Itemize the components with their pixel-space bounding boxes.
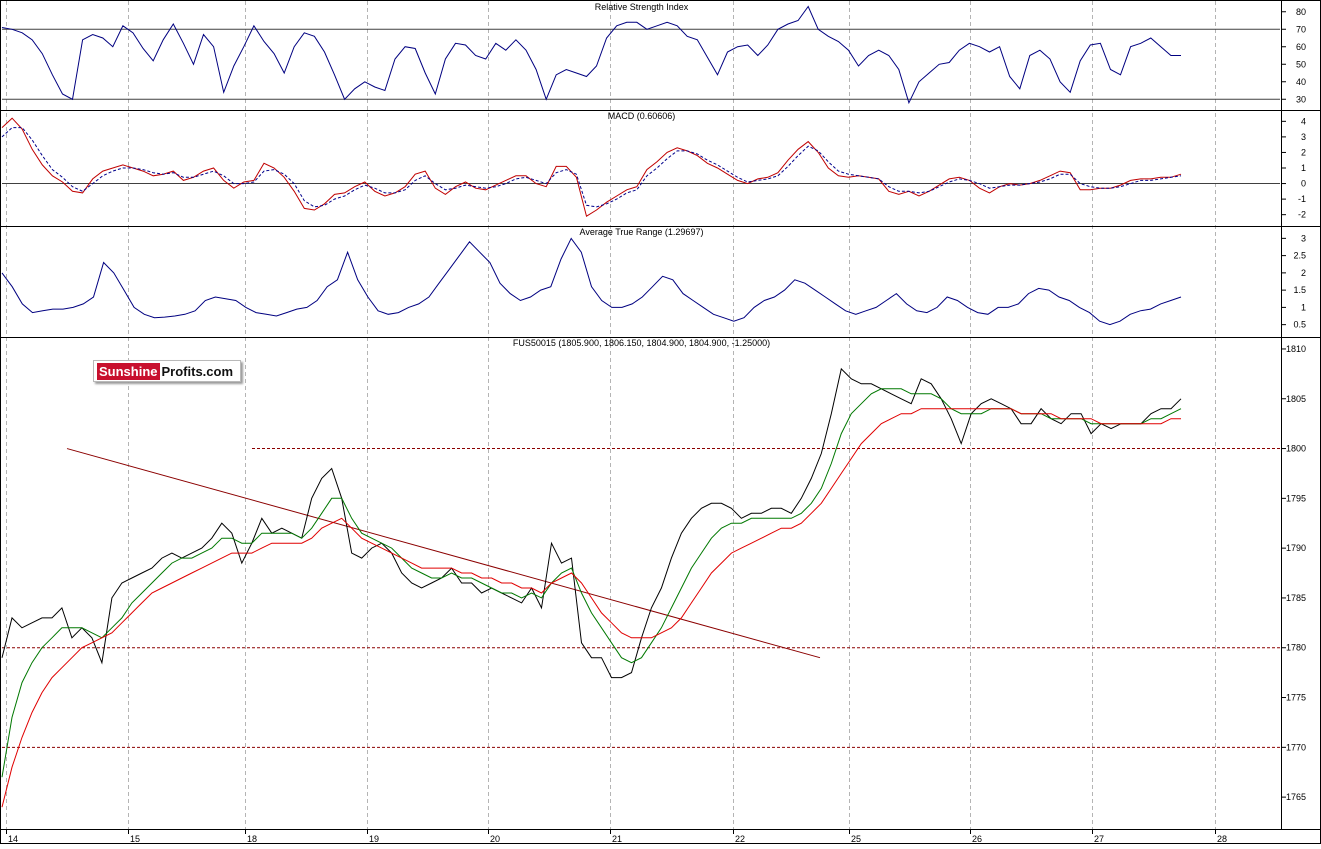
y-tick-label-3: 3	[1301, 233, 1306, 243]
panel-title: Average True Range (1.29697)	[580, 227, 704, 237]
x-tick-label-27: 27	[1094, 834, 1104, 844]
y-tick-label-2: 2	[1301, 147, 1306, 157]
panel-title: Relative Strength Index	[595, 2, 689, 12]
y-tick-label-60: 60	[1296, 42, 1306, 52]
y-tick-label-1: 1	[1301, 163, 1306, 173]
y-tick-label-1780: 1780	[1286, 643, 1306, 653]
y-tick-label-1810: 1810	[1286, 344, 1306, 354]
x-tick-label-15: 15	[130, 834, 140, 844]
y-tick-label-0.5: 0.5	[1293, 320, 1306, 330]
y-tick-label-70: 70	[1296, 24, 1306, 34]
y-tick-label-1790: 1790	[1286, 543, 1306, 553]
panel-4: FUS50015 (1805.900, 1806.150, 1804.900, …	[0, 337, 1321, 808]
x-tick-label-20: 20	[490, 834, 500, 844]
stock-chart: Relative Strength Index 30 40 50 60 70 80 MACD …	[0, 0, 1321, 844]
series-line-1	[1, 117, 1182, 217]
y-tick-label-1805: 1805	[1286, 394, 1306, 404]
y-tick-label--1: -1	[1298, 194, 1306, 204]
y-tick-label-4: 4	[1301, 116, 1306, 126]
x-tick-label-28: 28	[1217, 834, 1227, 844]
y-tick-label-2.5: 2.5	[1293, 251, 1306, 261]
y-tick-label-80: 80	[1296, 7, 1306, 17]
chart-frame	[0, 0, 1321, 844]
y-tick-label-2: 2	[1301, 268, 1306, 278]
logo-part-sunshine: Sunshine	[97, 362, 160, 380]
panel-3: Average True Range (1.29697) 0.5 1 1.5 2 2.5 3	[0, 226, 1321, 330]
y-tick-label-1.5: 1.5	[1293, 285, 1306, 295]
x-tick-label-22: 22	[735, 834, 745, 844]
series-line-2	[1, 127, 1182, 208]
x-tick-label-21: 21	[612, 834, 622, 844]
logo-part-profits: Profits.com	[161, 363, 234, 379]
y-tick-label-1795: 1795	[1286, 493, 1306, 503]
chart-canvas: Relative Strength Index304050607080MACD …	[0, 0, 1321, 844]
trendline	[66, 448, 821, 659]
series-line-1	[1, 5, 1181, 105]
y-tick-label-1770: 1770	[1286, 742, 1306, 752]
x-tick-label-25: 25	[851, 834, 861, 844]
x-tick-label-18: 18	[247, 834, 257, 844]
y-tick-label-1800: 1800	[1286, 444, 1306, 454]
panel-1: Relative Strength Index 30 40 50 60 70 80	[1, 2, 1306, 105]
panel-title: FUS50015 (1805.900, 1806.150, 1804.900, …	[513, 338, 770, 348]
y-tick-label-0: 0	[1301, 179, 1306, 189]
y-tick-label-1775: 1775	[1286, 693, 1306, 703]
y-tick-label--2: -2	[1298, 210, 1306, 220]
series-line-1	[1, 237, 1182, 326]
x-tick-label-19: 19	[369, 834, 379, 844]
y-tick-label-1785: 1785	[1286, 593, 1306, 603]
x-tick-label-14: 14	[8, 834, 18, 844]
panel-2: MACD (0.60606) -2 -1 0 1 2 3 4	[0, 110, 1321, 220]
y-tick-label-1: 1	[1301, 302, 1306, 312]
series-line-2	[1, 388, 1182, 778]
y-tick-label-30: 30	[1296, 94, 1306, 104]
panel-title: MACD (0.60606)	[608, 111, 676, 121]
y-tick-label-1765: 1765	[1286, 792, 1306, 802]
sunshine-profits-logo: Sunshine Profits.com	[93, 360, 241, 382]
y-tick-label-40: 40	[1296, 77, 1306, 87]
x-tick-label-26: 26	[972, 834, 982, 844]
y-tick-label-3: 3	[1301, 132, 1306, 142]
y-tick-label-50: 50	[1296, 59, 1306, 69]
series-line-1	[1, 367, 1182, 679]
